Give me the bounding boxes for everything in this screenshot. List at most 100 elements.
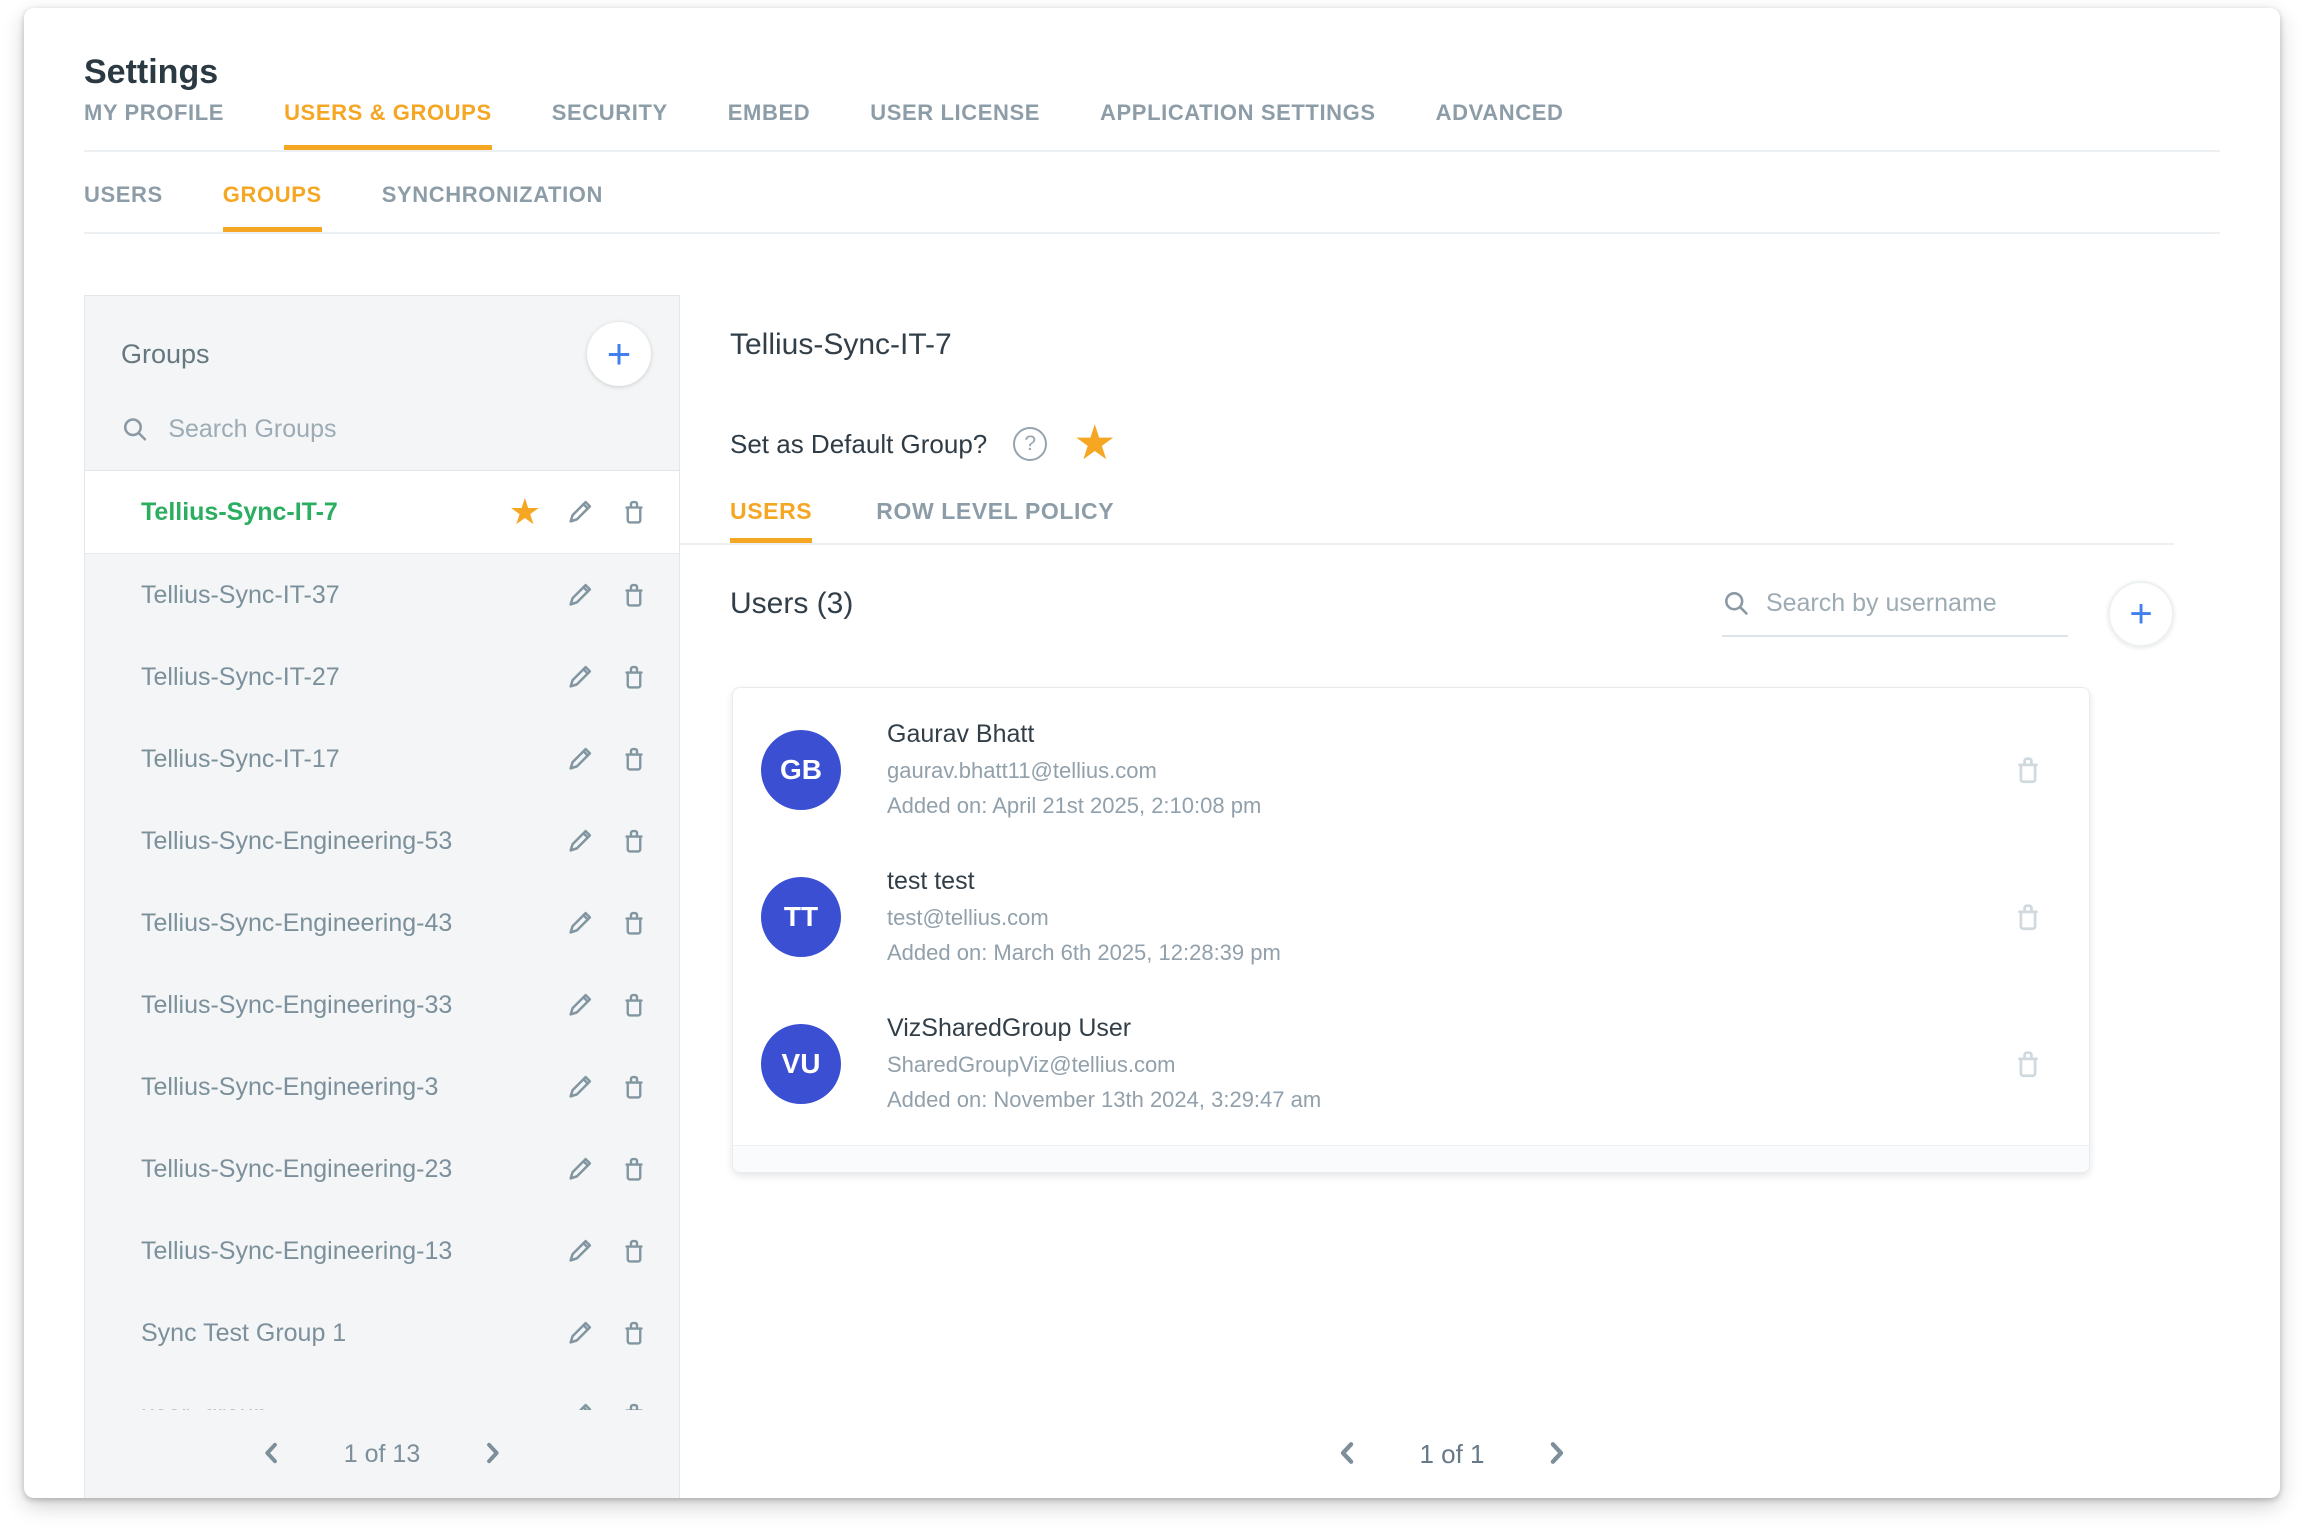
group-list-item[interactable]: Tellius-Sync-Engineering-13 ★ [85, 1210, 679, 1292]
plus-icon: + [607, 330, 632, 377]
default-group-label: Set as Default Group? [730, 429, 987, 460]
group-list-item[interactable]: Tellius-Sync-Engineering-23 ★ [85, 1128, 679, 1210]
user-added-on: Added on: April 21st 2025, 2:10:08 pm [887, 793, 2011, 819]
edit-group-icon[interactable] [565, 908, 595, 938]
settings-tab[interactable]: EMBED [728, 94, 810, 150]
default-group-star-toggle[interactable]: ★ [1073, 424, 1116, 464]
users-groups-tab-bar: USERS GROUPS SYNCHRONIZATION [84, 176, 2220, 234]
group-search-input[interactable] [168, 415, 651, 444]
group-name: Tellius-Sync-Engineering-3 [141, 1073, 565, 1102]
avatar: GB [761, 730, 841, 810]
group-name: Sync Test Group 1 [141, 1319, 565, 1348]
groups-sidebar-header: Groups + [85, 296, 679, 471]
delete-group-icon[interactable] [619, 1236, 649, 1266]
group-list-item[interactable]: Tellius-Sync-Engineering-53 ★ [85, 800, 679, 882]
users-pagination: 1 of 1 [730, 1438, 2174, 1471]
delete-group-icon[interactable] [619, 1400, 649, 1410]
users-next-page-button[interactable] [1541, 1438, 1571, 1471]
delete-group-icon[interactable] [619, 744, 649, 774]
groups-prev-page-button[interactable] [258, 1439, 286, 1470]
delete-group-icon[interactable] [619, 580, 649, 610]
group-list-item[interactable]: Tellius-Sync-Engineering-33 ★ [85, 964, 679, 1046]
chevron-right-icon [1541, 1438, 1571, 1468]
groups-next-page-button[interactable] [478, 1439, 506, 1470]
delete-group-icon[interactable] [619, 908, 649, 938]
delete-group-icon[interactable] [619, 662, 649, 692]
edit-group-icon[interactable] [565, 1236, 595, 1266]
remove-user-icon[interactable] [2011, 1047, 2045, 1081]
users-list-card: GB Gaurav Bhatt gaurav.bhatt11@tellius.c… [732, 687, 2090, 1173]
default-group-row: Set as Default Group? ? ★ [730, 424, 2174, 464]
users-prev-page-button[interactable] [1333, 1438, 1363, 1471]
edit-group-icon[interactable] [565, 580, 595, 610]
delete-group-icon[interactable] [619, 990, 649, 1020]
users-groups-tab[interactable]: USERS [84, 176, 163, 232]
users-page-indicator: 1 of 1 [1419, 1439, 1484, 1470]
settings-tab[interactable]: USER LICENSE [870, 94, 1040, 150]
delete-group-icon[interactable] [619, 1072, 649, 1102]
group-list-item[interactable]: user_group ★ [85, 1374, 679, 1410]
group-name: Tellius-Sync-Engineering-13 [141, 1237, 565, 1266]
group-list-item[interactable]: Tellius-Sync-IT-27 ★ [85, 636, 679, 718]
user-search [1722, 587, 2068, 637]
groups-pagination: 1 of 13 [85, 1410, 679, 1498]
edit-group-icon[interactable] [565, 1400, 595, 1410]
edit-group-icon[interactable] [565, 1318, 595, 1348]
group-list-item[interactable]: Tellius-Sync-Engineering-3 ★ [85, 1046, 679, 1128]
chevron-left-icon [1333, 1438, 1363, 1468]
group-detail-title: Tellius-Sync-IT-7 [730, 328, 2174, 362]
edit-group-icon[interactable] [565, 990, 595, 1020]
group-list-item[interactable]: Tellius-Sync-IT-37 ★ [85, 554, 679, 636]
add-user-button[interactable]: + [2108, 581, 2174, 647]
chevron-right-icon [478, 1439, 506, 1467]
avatar: TT [761, 877, 841, 957]
delete-group-icon[interactable] [619, 1154, 649, 1184]
group-name: Tellius-Sync-IT-27 [141, 663, 565, 692]
users-list: GB Gaurav Bhatt gaurav.bhatt11@tellius.c… [733, 696, 2089, 1137]
edit-group-icon[interactable] [565, 1072, 595, 1102]
delete-group-icon[interactable] [619, 1318, 649, 1348]
edit-group-icon[interactable] [565, 1154, 595, 1184]
user-row: TT test test test@tellius.com Added on: … [733, 843, 2089, 990]
user-email: SharedGroupViz@tellius.com [887, 1052, 2011, 1078]
group-detail-tab[interactable]: USERS [730, 498, 812, 543]
add-group-button[interactable]: + [587, 322, 651, 386]
settings-tab[interactable]: ADVANCED [1436, 94, 1564, 150]
settings-tab[interactable]: MY PROFILE [84, 94, 224, 150]
chevron-left-icon [258, 1439, 286, 1467]
delete-group-icon[interactable] [619, 497, 649, 527]
user-name: VizSharedGroup User [887, 1014, 2011, 1043]
plus-icon: + [2129, 592, 2152, 636]
users-groups-tab[interactable]: GROUPS [223, 176, 322, 232]
remove-user-icon[interactable] [2011, 753, 2045, 787]
settings-tab[interactable]: APPLICATION SETTINGS [1100, 94, 1376, 150]
user-info: VizSharedGroup User SharedGroupViz@telli… [887, 1014, 2011, 1113]
group-detail-panel: Tellius-Sync-IT-7 Set as Default Group? … [730, 295, 2174, 1173]
avatar: VU [761, 1024, 841, 1104]
edit-group-icon[interactable] [565, 497, 595, 527]
user-search-input[interactable] [1766, 589, 2068, 618]
group-list-item[interactable]: Tellius-Sync-Engineering-43 ★ [85, 882, 679, 964]
group-list: Tellius-Sync-IT-7 ★ Tellius-Sync-IT-37 ★ [85, 471, 679, 1410]
group-name: Tellius-Sync-Engineering-33 [141, 991, 565, 1020]
group-name: Tellius-Sync-IT-37 [141, 581, 565, 610]
group-list-item[interactable]: Tellius-Sync-IT-17 ★ [85, 718, 679, 800]
delete-group-icon[interactable] [619, 826, 649, 856]
user-added-on: Added on: March 6th 2025, 12:28:39 pm [887, 940, 2011, 966]
edit-group-icon[interactable] [565, 744, 595, 774]
settings-tab[interactable]: USERS & GROUPS [284, 94, 492, 150]
help-icon[interactable]: ? [1013, 427, 1047, 461]
group-list-item[interactable]: Tellius-Sync-IT-7 ★ [85, 471, 679, 554]
remove-user-icon[interactable] [2011, 900, 2045, 934]
users-groups-tab[interactable]: SYNCHRONIZATION [382, 176, 603, 232]
edit-group-icon[interactable] [565, 662, 595, 692]
group-list-item[interactable]: Sync Test Group 1 ★ [85, 1292, 679, 1374]
user-row: GB Gaurav Bhatt gaurav.bhatt11@tellius.c… [733, 696, 2089, 843]
search-icon [1722, 587, 1750, 619]
user-info: test test test@tellius.com Added on: Mar… [887, 867, 2011, 966]
group-name: Tellius-Sync-Engineering-23 [141, 1155, 565, 1184]
edit-group-icon[interactable] [565, 826, 595, 856]
user-name: test test [887, 867, 2011, 896]
settings-tab[interactable]: SECURITY [552, 94, 668, 150]
group-detail-tab[interactable]: ROW LEVEL POLICY [876, 498, 1114, 543]
